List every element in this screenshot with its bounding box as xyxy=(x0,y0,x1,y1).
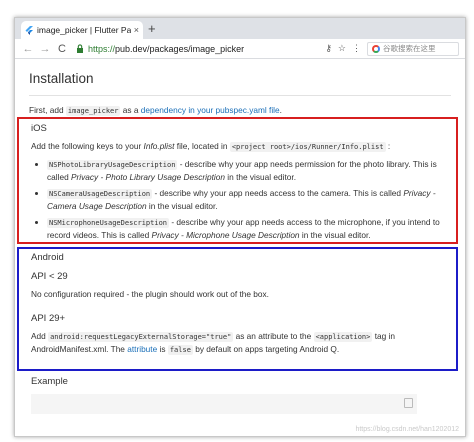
lock-icon xyxy=(77,44,83,53)
item-suffix: in the visual editor. xyxy=(225,172,297,182)
api-high-middle3: is xyxy=(159,344,166,354)
page-title: Installation xyxy=(29,71,94,86)
ios-intro-em: Info.plist xyxy=(143,141,175,151)
ios-intro-suffix: : xyxy=(387,141,391,151)
api-high-prefix: Add xyxy=(31,330,46,341)
api-low-text: No configuration required - the plugin s… xyxy=(31,289,269,299)
item-code: NSPhotoLibraryUsageDescription xyxy=(47,159,178,170)
ios-intro-middle: file, located in xyxy=(176,141,228,151)
android-section: Android API < 29 No configuration requir… xyxy=(31,252,451,357)
pubspec-dependency-link[interactable]: dependency in your pubspec.yaml file xyxy=(141,105,280,115)
api-high-code3: false xyxy=(167,345,193,355)
api-high-heading: API 29+ xyxy=(31,312,66,324)
copy-icon[interactable] xyxy=(404,398,413,408)
api-high-code1: android:requestLegacyExternalStorage="tr… xyxy=(48,331,234,342)
close-icon[interactable]: × xyxy=(134,25,139,35)
url-scheme: https:// xyxy=(88,43,116,54)
ios-section: iOS Add the following keys to your Info.… xyxy=(31,123,451,245)
tab-image-picker[interactable]: image_picker | Flutter Package × xyxy=(21,21,143,39)
intro-suffix: . xyxy=(279,105,282,115)
example-heading: Example xyxy=(31,376,68,387)
list-item: NSPhotoLibraryUsageDescription - describ… xyxy=(47,158,451,184)
browser-window: image_picker | Flutter Package × + ← → C… xyxy=(14,17,466,437)
api-low-heading: API < 29 xyxy=(31,271,68,282)
ios-intro: Add the following keys to your Info.plis… xyxy=(31,140,451,154)
install-intro: First, add image_picker as a dependency … xyxy=(29,104,451,118)
title-divider xyxy=(29,95,451,96)
list-item: NSCameraUsageDescription - describe why … xyxy=(47,187,451,213)
item-suffix: in the visual editor. xyxy=(146,201,218,211)
star-icon[interactable]: ☆ xyxy=(338,43,346,54)
menu-dots-icon[interactable]: ⋮ xyxy=(352,43,361,54)
api-high-code2: <application> xyxy=(313,331,373,342)
attribute-link[interactable]: attribute xyxy=(127,344,157,354)
new-tab-button[interactable]: + xyxy=(148,21,156,37)
android-heading: Android xyxy=(31,252,64,263)
tab-title: image_picker | Flutter Package xyxy=(37,25,131,35)
intro-prefix: First, add xyxy=(29,105,64,115)
ios-intro-prefix: Add the following keys to your xyxy=(31,141,142,151)
item-text: - describe why your app needs access to … xyxy=(152,187,404,198)
ios-heading: iOS xyxy=(31,123,47,134)
browser-toolbar: ← → C https://pub.dev/packages/image_pic… xyxy=(15,39,465,59)
api-high-suffix: by default on apps targeting Android Q. xyxy=(195,344,340,354)
google-icon xyxy=(372,44,380,53)
back-arrow-icon[interactable]: ← xyxy=(21,43,35,55)
tab-bar: image_picker | Flutter Package × + xyxy=(15,18,465,39)
intro-middle: as a xyxy=(122,105,139,115)
search-box[interactable]: 谷歌搜索在这里 xyxy=(367,41,459,56)
watermark: https://blog.csdn.net/han1202012 xyxy=(355,426,459,433)
url-path: pub.dev/packages/image_picker xyxy=(115,43,245,54)
intro-code: image_picker xyxy=(65,106,121,116)
ios-keys-list: NSPhotoLibraryUsageDescription - describ… xyxy=(31,158,451,242)
forward-arrow-icon[interactable]: → xyxy=(38,43,52,55)
reload-icon[interactable]: C xyxy=(55,43,69,55)
item-em: Privacy - Microphone Usage Description xyxy=(151,230,300,240)
ios-intro-code: <project root>/ios/Runner/Info.plist xyxy=(229,142,386,152)
item-code: NSCameraUsageDescription xyxy=(47,188,153,199)
api-high-middle: as an attribute to the xyxy=(235,330,312,341)
item-em: Privacy - Photo Library Usage Descriptio… xyxy=(70,172,225,182)
item-code: NSMicrophoneUsageDescription xyxy=(47,217,170,228)
flutter-icon xyxy=(25,25,33,35)
address-bar[interactable]: https://pub.dev/packages/image_picker xyxy=(76,41,325,56)
list-item: NSMicrophoneUsageDescription - describe … xyxy=(47,216,451,242)
key-icon[interactable]: ⚷ xyxy=(325,43,332,54)
example-code-block xyxy=(31,394,417,414)
toolbar-right: ⚷ ☆ ⋮ 谷歌搜索在这里 xyxy=(325,41,459,56)
search-placeholder: 谷歌搜索在这里 xyxy=(383,44,436,53)
page-content: Installation First, add image_picker as … xyxy=(15,71,465,118)
api-high-text: Add android:requestLegacyExternalStorage… xyxy=(31,330,451,357)
item-suffix: in the visual editor. xyxy=(299,230,371,240)
